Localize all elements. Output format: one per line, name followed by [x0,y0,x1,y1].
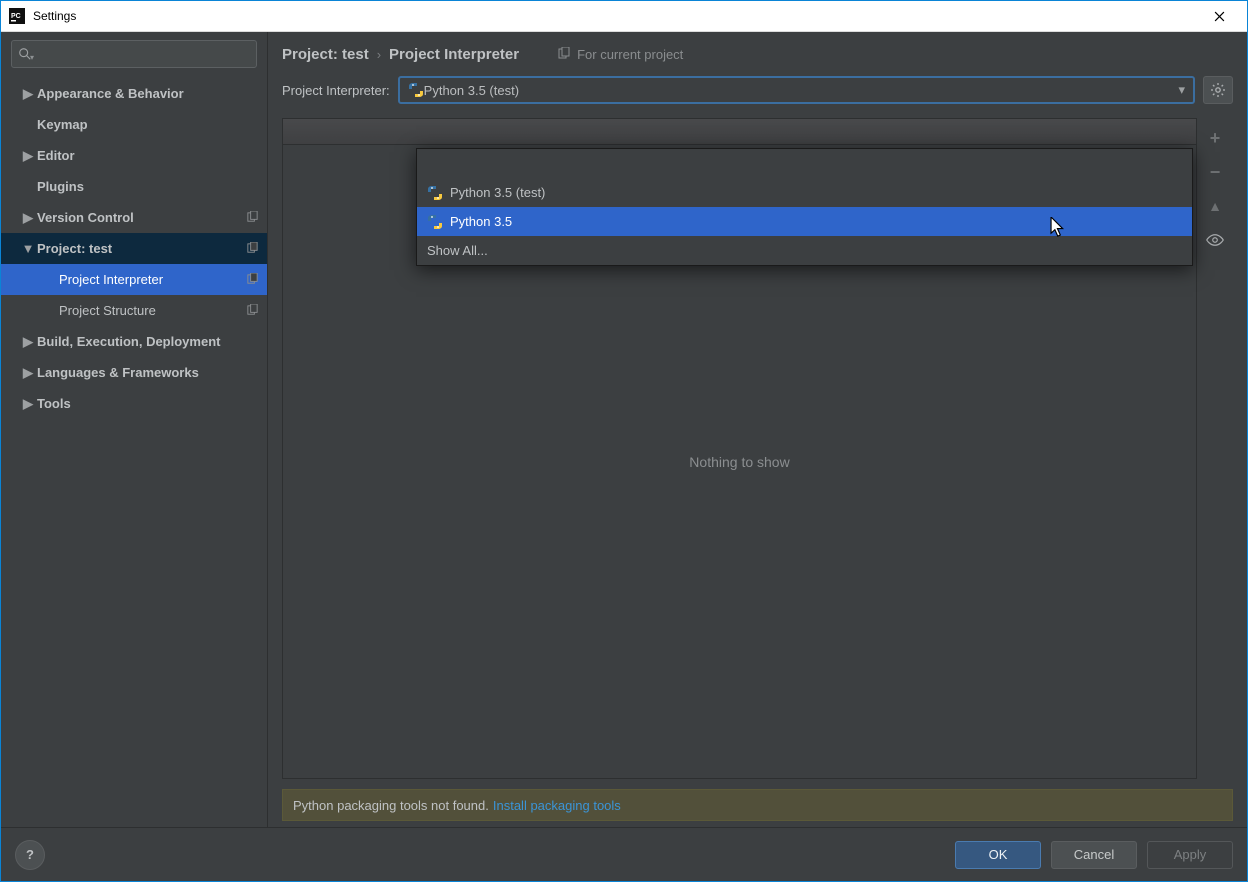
project-scope-icon [246,273,259,286]
interpreter-option[interactable] [417,149,1192,178]
python-icon [427,185,443,201]
packages-table-header [283,119,1196,145]
interpreter-dropdown: Python 3.5 (test) Python 3.5 Show All... [416,148,1193,266]
dialog-footer: ? OK Cancel Apply [1,827,1247,881]
chevron-right-icon: › [377,47,381,62]
warning-banner: Python packaging tools not found. Instal… [282,789,1233,821]
interpreter-selected-value: Python 3.5 (test) [424,83,519,98]
sidebar-item-label: Version Control [37,210,134,225]
interpreter-option[interactable]: Python 3.5 [417,207,1192,236]
sidebar-item-version-control[interactable]: ▶Version Control [1,202,267,233]
interpreter-label: Project Interpreter: [282,83,390,98]
project-scope-icon [246,304,259,317]
breadcrumb-root[interactable]: Project: test [282,46,369,63]
sidebar-item-label: Tools [37,396,71,411]
packages-toolbar: + − ▲ [1197,118,1233,779]
ok-button[interactable]: OK [955,841,1041,869]
chevron-down-icon: ▾ [1178,82,1185,98]
chevron-right-icon: ▶ [21,365,35,381]
upgrade-package-button[interactable]: ▲ [1205,196,1225,216]
gear-icon [1210,82,1226,98]
interpreter-option-label: Python 3.5 [450,214,512,229]
python-icon [408,82,424,98]
chevron-down-icon: ▼ [21,241,35,256]
sidebar-item-label: Project Structure [59,303,156,318]
sidebar-item-label: Appearance & Behavior [37,86,184,101]
python-icon [427,214,443,230]
breadcrumb: Project: test › Project Interpreter For … [268,32,1247,76]
sidebar-item-label: Project: test [37,241,112,256]
sidebar-item-plugins[interactable]: Plugins [1,171,267,202]
project-scope-icon [246,211,259,224]
chevron-right-icon: ▶ [21,396,35,412]
chevron-right-icon: ▶ [21,148,35,164]
interpreter-select[interactable]: Python 3.5 (test) ▾ [398,76,1195,104]
chevron-right-icon: ▶ [21,210,35,226]
svg-text:PC: PC [11,13,21,20]
sidebar-item-project-test[interactable]: ▼Project: test [1,233,267,264]
sidebar-item-label: Languages & Frameworks [37,365,199,380]
cancel-button[interactable]: Cancel [1051,841,1137,869]
interpreter-option[interactable]: Show All... [417,236,1192,265]
sidebar-item-project-structure[interactable]: Project Structure [1,295,267,326]
install-packaging-link[interactable]: Install packaging tools [493,798,621,813]
context-hint: For current project [557,47,683,62]
settings-content: Project: test › Project Interpreter For … [268,32,1247,827]
sidebar-item-tools[interactable]: ▶Tools [1,388,267,419]
pycharm-icon: PC [9,8,25,24]
sidebar-item-appearance-behavior[interactable]: ▶Appearance & Behavior [1,78,267,109]
sidebar-item-label: Keymap [37,117,88,132]
interpreter-option[interactable]: Python 3.5 (test) [417,178,1192,207]
sidebar-item-languages-frameworks[interactable]: ▶Languages & Frameworks [1,357,267,388]
interpreter-option-label: Show All... [427,243,488,258]
titlebar: PC Settings [1,1,1247,32]
sidebar-item-build-execution-deployment[interactable]: ▶Build, Execution, Deployment [1,326,267,357]
settings-sidebar: ▾ ▶Appearance & BehaviorKeymap▶EditorPlu… [1,32,268,827]
eye-icon [1206,231,1224,249]
sidebar-item-label: Project Interpreter [59,272,163,287]
sidebar-item-label: Editor [37,148,75,163]
interpreter-settings-button[interactable] [1203,76,1233,104]
warning-text: Python packaging tools not found. [293,798,489,813]
apply-button[interactable]: Apply [1147,841,1233,869]
copy-icon [557,47,571,61]
sidebar-item-editor[interactable]: ▶Editor [1,140,267,171]
settings-tree: ▶Appearance & BehaviorKeymap▶EditorPlugi… [1,78,267,827]
add-package-button[interactable]: + [1205,128,1225,148]
project-scope-icon [246,242,259,255]
interpreter-option-label: Python 3.5 (test) [450,185,545,200]
search-input[interactable]: ▾ [11,40,257,68]
sidebar-item-label: Build, Execution, Deployment [37,334,220,349]
chevron-right-icon: ▶ [21,334,35,350]
sidebar-item-keymap[interactable]: Keymap [1,109,267,140]
breadcrumb-leaf: Project Interpreter [389,46,519,63]
chevron-right-icon: ▶ [21,86,35,102]
sidebar-item-label: Plugins [37,179,84,194]
window-title: Settings [33,9,76,23]
help-button[interactable]: ? [15,840,45,870]
close-button[interactable] [1199,2,1239,30]
show-early-releases-button[interactable] [1205,230,1225,250]
remove-package-button[interactable]: − [1205,162,1225,182]
sidebar-item-project-interpreter[interactable]: Project Interpreter [1,264,267,295]
